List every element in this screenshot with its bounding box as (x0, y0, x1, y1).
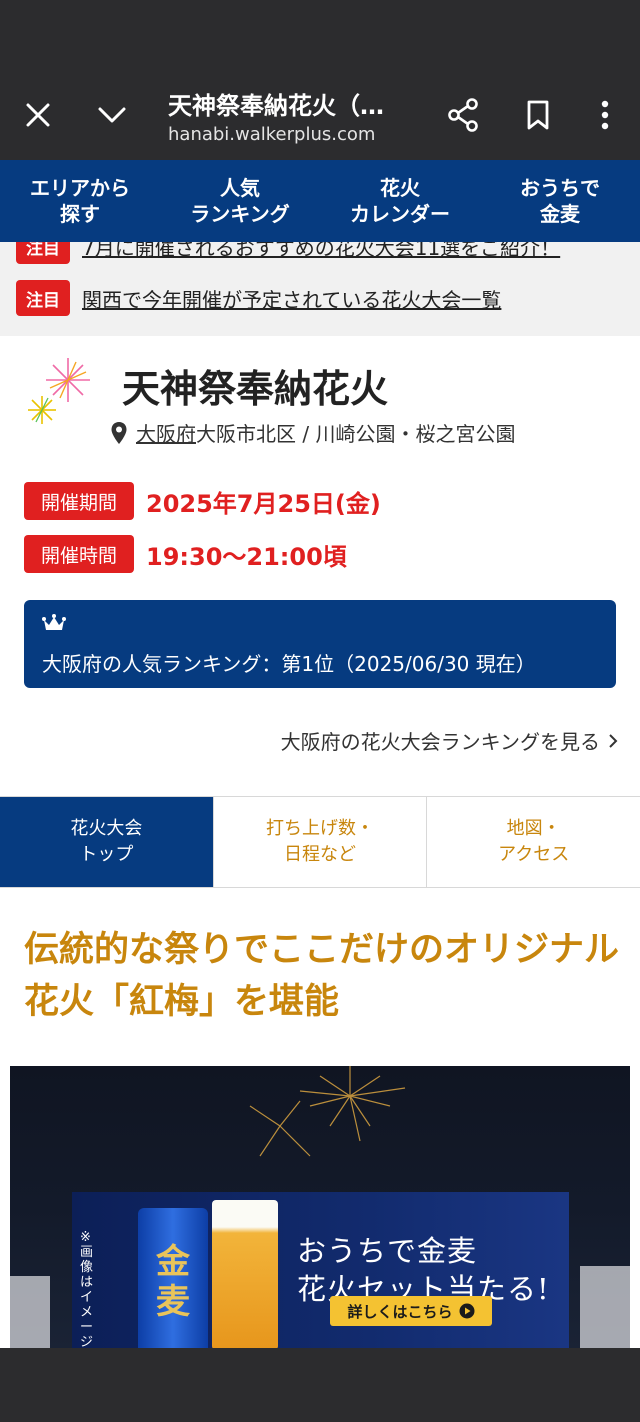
beer-glass (212, 1200, 278, 1348)
nav-item-calendar[interactable]: 花火 カレンダー (320, 160, 480, 242)
ad-note: ※画像はイメージです (80, 1230, 94, 1348)
status-bar (0, 0, 640, 70)
event-tabs: 花火大会 トップ 打ち上げ数・ 日程など 地図・ アクセス (0, 796, 640, 888)
beer-can: 金麦 (138, 1208, 208, 1348)
notice-item[interactable]: 注目 関西で今年開催が予定されている花火大会一覧 (16, 280, 501, 316)
time-value: 19:30〜21:00頃 (146, 542, 347, 571)
bookmark-icon[interactable] (513, 90, 563, 140)
ranking-link[interactable]: 大阪府の花火大会ランキングを見る (281, 726, 618, 755)
notice-link[interactable]: 関西で今年開催が予定されている花火大会一覧 (82, 284, 501, 313)
more-vert-icon[interactable] (580, 90, 630, 140)
chevron-down-icon[interactable] (87, 90, 137, 140)
browser-page-title[interactable]: 天神祭奉納花火（… (168, 86, 408, 121)
hero-image: ※画像はイメージです 金麦 おうちで金麦 花火セット当たる! 詳しくはこちら (10, 1066, 630, 1348)
location-pin-icon (110, 421, 128, 445)
event-title: 天神祭奉納花火 (122, 367, 389, 411)
tab-schedule[interactable]: 打ち上げ数・ 日程など (212, 797, 427, 887)
browser-url[interactable]: hanabi.walkerplus.com (168, 124, 375, 145)
event-time-row: 開催時間 19:30〜21:00頃 (24, 535, 347, 573)
play-circle-icon (459, 1303, 475, 1319)
ad-details-button[interactable]: 詳しくはこちら (330, 1296, 492, 1326)
nav-item-area-search[interactable]: エリアから 探す (0, 160, 160, 242)
notice-link[interactable]: 7月に開催されるおすすめの花火大会11選をご紹介！ (82, 242, 560, 261)
nav-item-kinmugi[interactable]: おうちで 金麦 (480, 160, 640, 242)
chevron-right-icon (608, 733, 618, 749)
ranking-text: 大阪府の人気ランキング：第1位（2025/06/30 現在） (42, 652, 536, 676)
crown-icon (42, 614, 66, 636)
prefecture-link[interactable]: 大阪府 (136, 418, 196, 447)
ad-banner[interactable]: ※画像はイメージです 金麦 おうちで金麦 花火セット当たる! 詳しくはこちら (72, 1192, 569, 1348)
event-location: 大阪府 大阪市北区 / 川崎公園・桜之宮公園 (110, 418, 515, 447)
browser-toolbar: 天神祭奉納花火（… hanabi.walkerplus.com (0, 70, 640, 160)
tab-access[interactable]: 地図・ アクセス (426, 797, 640, 887)
system-nav-bar (0, 1348, 640, 1422)
attention-badge: 注目 (16, 242, 70, 264)
close-icon[interactable] (13, 90, 63, 140)
event-period-row: 開催期間 2025年7月25日(金) (24, 482, 381, 520)
ad-details-label: 詳しくはこちら (347, 1302, 453, 1321)
site-nav: エリアから 探す 人気 ランキング 花火 カレンダー おうちで 金麦 (0, 160, 640, 242)
period-label: 開催期間 (24, 482, 134, 520)
period-value: 2025年7月25日(金) (146, 489, 381, 518)
notice-area: 注目 7月に開催されるおすすめの花火大会11選をご紹介！ 注目 関西で今年開催が… (0, 242, 640, 336)
share-icon[interactable] (438, 90, 488, 140)
ranking-box: 大阪府の人気ランキング：第1位（2025/06/30 現在） (24, 600, 616, 688)
section-headline: 伝統的な祭りでここだけのオリジナル花火「紅梅」を堪能 (24, 930, 620, 1022)
firework-icon (24, 354, 100, 426)
notice-item[interactable]: 注目 7月に開催されるおすすめの花火大会11選をご紹介！ (16, 242, 560, 264)
time-label: 開催時間 (24, 535, 134, 573)
ad-headline-1: おうちで金麦 (297, 1234, 478, 1268)
location-detail: 大阪市北区 / 川崎公園・桜之宮公園 (196, 422, 516, 446)
nav-item-ranking[interactable]: 人気 ランキング (160, 160, 320, 242)
attention-badge: 注目 (16, 280, 70, 316)
can-logo-text: 金麦 (156, 1242, 190, 1322)
ranking-link-label[interactable]: 大阪府の花火大会ランキングを見る (281, 726, 600, 755)
tab-top[interactable]: 花火大会 トップ (0, 797, 213, 887)
